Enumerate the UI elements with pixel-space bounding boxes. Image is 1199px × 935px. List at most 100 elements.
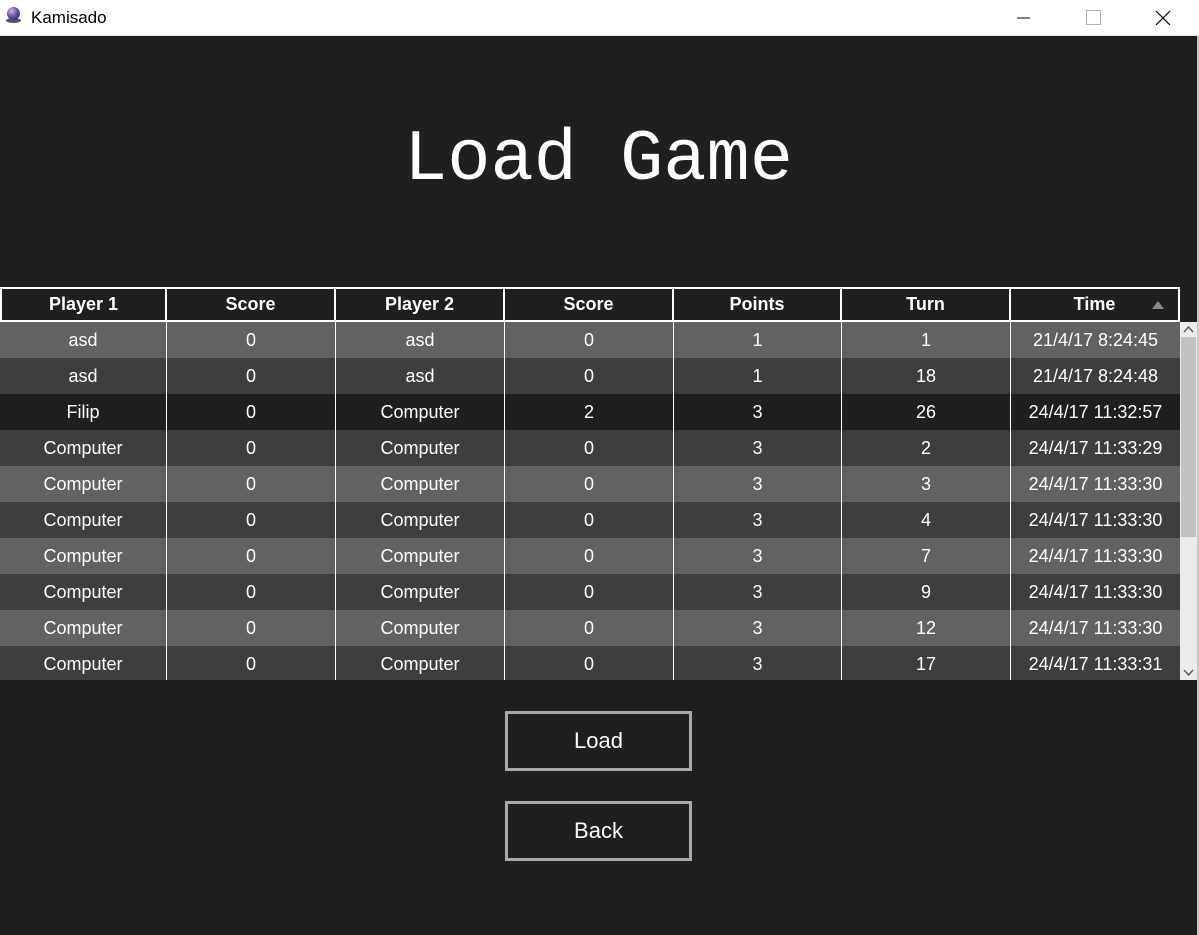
table-cell: asd xyxy=(336,358,505,394)
table-row[interactable]: asd 0 asd 0 1 18 21/4/17 8:24:48 xyxy=(0,358,1180,394)
table-cell: Computer xyxy=(336,466,505,502)
load-button[interactable]: Load xyxy=(505,711,692,771)
table-row[interactable]: Computer 0 Computer 0 3 4 24/4/17 11:33:30 xyxy=(0,502,1180,538)
column-header-points[interactable]: Points xyxy=(674,287,842,322)
table-cell: 24/4/17 11:33:30 xyxy=(1028,617,1163,638)
table-cell: 0 xyxy=(167,394,336,430)
minimize-button[interactable] xyxy=(989,0,1059,36)
close-button[interactable] xyxy=(1128,0,1198,36)
table-cell: 0 xyxy=(167,466,336,502)
title-bar: Kamisado xyxy=(0,0,1199,36)
table-cell: 0 xyxy=(505,430,674,466)
column-header-label: Player 1 xyxy=(48,294,119,314)
table-row[interactable]: Computer 0 Computer 0 3 12 24/4/17 11:33:30 xyxy=(0,610,1180,646)
maximize-icon xyxy=(1086,10,1101,25)
back-button[interactable]: Back xyxy=(505,801,692,861)
table-cell: 24/4/17 11:33:30 xyxy=(1028,473,1163,494)
table-cell: Computer xyxy=(336,574,505,610)
table-cell: Computer xyxy=(336,430,505,466)
column-header-time[interactable]: Time xyxy=(1011,287,1180,322)
saved-games-table[interactable]: Player 1 Score Player 2 Score Points Tur… xyxy=(0,287,1197,680)
table-cell: 0 xyxy=(167,430,336,466)
table-cell: 2 xyxy=(842,430,1011,466)
table-cell: 24/4/17 11:33:30 xyxy=(1028,545,1163,566)
table-cell: Computer xyxy=(336,502,505,538)
table-cell: asd xyxy=(0,358,167,394)
table-row[interactable]: Computer 0 Computer 0 3 7 24/4/17 11:33:30 xyxy=(0,538,1180,574)
table-cell: 0 xyxy=(167,358,336,394)
table-row[interactable]: Computer 0 Computer 0 3 2 24/4/17 11:33:29 xyxy=(0,430,1180,466)
table-row[interactable]: asd 0 asd 0 1 1 21/4/17 8:24:45 xyxy=(0,322,1180,358)
scroll-down-button[interactable] xyxy=(1180,665,1197,680)
table-cell: Computer xyxy=(336,538,505,574)
table-cell: 3 xyxy=(842,466,1011,502)
window-title: Kamisado xyxy=(31,8,107,27)
table-cell: 24/4/17 11:33:30 xyxy=(1028,581,1163,602)
table-cell: 26 xyxy=(842,394,1011,430)
table-cell: 9 xyxy=(842,574,1011,610)
table-cell: 0 xyxy=(505,466,674,502)
close-icon xyxy=(1155,10,1171,26)
table-cell: 0 xyxy=(167,538,336,574)
scrollbar-thumb[interactable] xyxy=(1181,337,1196,537)
table-cell: Computer xyxy=(0,430,167,466)
column-header-player1[interactable]: Player 1 xyxy=(0,287,167,322)
table-row[interactable]: Computer 0 Computer 0 3 17 24/4/17 11:33:31 xyxy=(0,646,1180,680)
table-cell: 0 xyxy=(505,538,674,574)
column-header-label: Player 2 xyxy=(384,294,455,314)
table-cell: 18 xyxy=(842,358,1011,394)
table-cell: Computer xyxy=(336,394,505,430)
table-cell: asd xyxy=(0,322,167,358)
table-cell: 24/4/17 11:32:57 xyxy=(1028,401,1163,422)
table-cell: 0 xyxy=(505,322,674,358)
table-cell: 0 xyxy=(167,610,336,646)
table-cell: 24/4/17 11:33:29 xyxy=(1028,437,1163,458)
table-cell: 17 xyxy=(842,646,1011,680)
table-cell: 0 xyxy=(167,502,336,538)
table-cell: asd xyxy=(336,322,505,358)
table-cell: 0 xyxy=(505,646,674,680)
column-header-turn[interactable]: Turn xyxy=(842,287,1011,322)
table-row[interactable]: Filip 0 Computer 2 3 26 24/4/17 11:32:57 xyxy=(0,394,1180,430)
column-header-label: Points xyxy=(729,294,785,314)
vertical-scrollbar[interactable] xyxy=(1180,322,1197,680)
table-body: asd 0 asd 0 1 1 21/4/17 8:24:45 asd 0 asd 0 1 18 21/4… xyxy=(0,322,1180,680)
table-cell: 0 xyxy=(505,502,674,538)
table-cell: 3 xyxy=(674,538,842,574)
table-cell: 3 xyxy=(674,646,842,680)
column-header-score2[interactable]: Score xyxy=(505,287,674,322)
table-cell: 3 xyxy=(674,610,842,646)
table-cell: 2 xyxy=(505,394,674,430)
column-header-score1[interactable]: Score xyxy=(167,287,336,322)
table-cell: 1 xyxy=(674,322,842,358)
table-row[interactable]: Computer 0 Computer 0 3 3 24/4/17 11:33:30 xyxy=(0,466,1180,502)
table-cell: 1 xyxy=(842,322,1011,358)
table-header: Player 1 Score Player 2 Score Points Tur… xyxy=(0,287,1180,322)
table-cell: Computer xyxy=(0,610,167,646)
table-cell: Computer xyxy=(0,646,167,680)
table-cell: 3 xyxy=(674,466,842,502)
column-header-player2[interactable]: Player 2 xyxy=(336,287,505,322)
table-cell: Computer xyxy=(0,502,167,538)
table-cell: 3 xyxy=(674,574,842,610)
chevron-up-icon xyxy=(1183,325,1194,333)
column-header-label: Score xyxy=(563,294,614,314)
sort-ascending-icon xyxy=(1152,301,1164,309)
maximize-button[interactable] xyxy=(1058,0,1128,36)
table-cell: 12 xyxy=(842,610,1011,646)
table-cell: 1 xyxy=(674,358,842,394)
table-cell: 24/4/17 11:33:31 xyxy=(1028,653,1163,674)
column-header-label: Turn xyxy=(906,294,945,314)
scroll-up-button[interactable] xyxy=(1180,322,1197,337)
table-cell: Computer xyxy=(0,538,167,574)
table-cell: 0 xyxy=(167,646,336,680)
table-cell: Filip xyxy=(0,394,167,430)
table-cell: Computer xyxy=(0,574,167,610)
table-cell: 21/4/17 8:24:45 xyxy=(1032,329,1159,350)
table-cell: Computer xyxy=(0,466,167,502)
table-cell: 3 xyxy=(674,502,842,538)
page-title: Load Game xyxy=(404,119,793,201)
table-row[interactable]: Computer 0 Computer 0 3 9 24/4/17 11:33:30 xyxy=(0,574,1180,610)
minimize-icon xyxy=(1017,17,1030,19)
table-cell: 3 xyxy=(674,394,842,430)
